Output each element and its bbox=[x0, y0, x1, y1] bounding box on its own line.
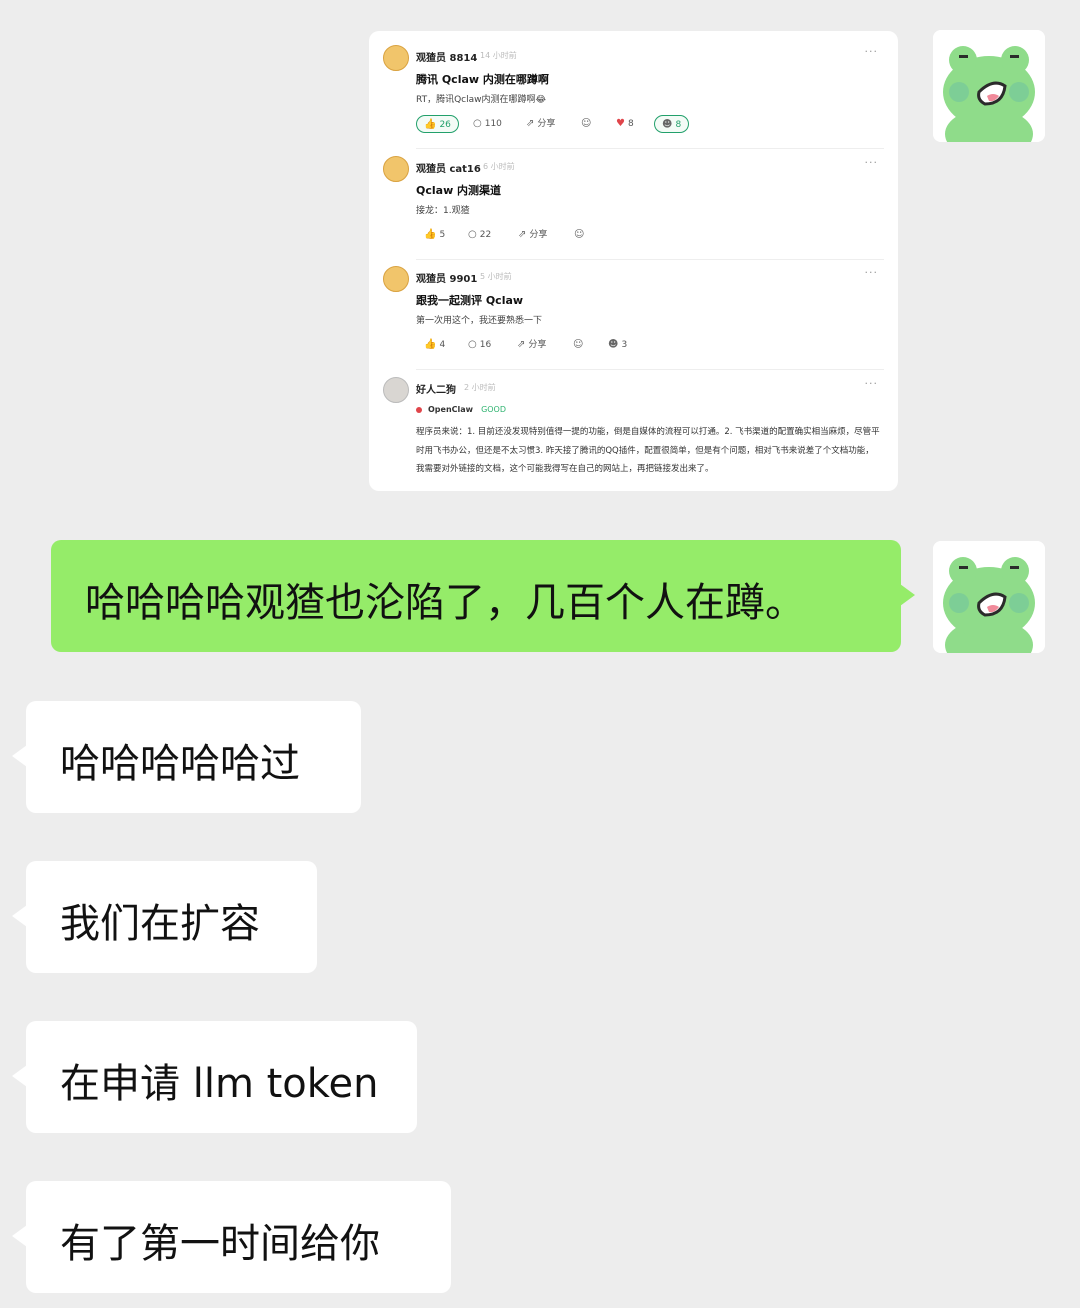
message-text: 我们在扩容 bbox=[60, 901, 260, 947]
more-options-icon: ··· bbox=[864, 156, 878, 169]
received-message-bubble[interactable]: 哈哈哈哈哈过 bbox=[12, 701, 361, 813]
message-text: 哈哈哈哈哈过 bbox=[60, 741, 300, 787]
share-icon: ⇗ bbox=[517, 339, 526, 350]
comment-value: 22 bbox=[479, 230, 492, 240]
post-time: 5 小时前 bbox=[480, 272, 512, 281]
emoji-action: ☺ bbox=[574, 226, 587, 244]
share-label: 分享 bbox=[537, 119, 556, 129]
sent-message-bubble[interactable]: 哈哈哈哈观猹也沦陷了，几百个人在蹲。 bbox=[51, 540, 915, 652]
post-title: 跟我一起测评 Qclaw bbox=[416, 294, 524, 307]
comment-count: ○ 110 bbox=[473, 115, 502, 133]
reaction-emoji-icon: ☻ bbox=[608, 339, 619, 350]
message-text: 在申请 llm token bbox=[60, 1061, 379, 1107]
post-title: Qclaw 内测渠道 bbox=[416, 184, 502, 197]
like-count: 26 bbox=[439, 120, 451, 130]
openclaw-logo-icon bbox=[416, 406, 422, 413]
rating-badge: GOOD bbox=[481, 405, 507, 414]
reaction-value: 3 bbox=[621, 340, 628, 350]
more-options-icon: ··· bbox=[864, 45, 878, 58]
comment-value: 16 bbox=[479, 340, 492, 350]
emoji-icon: ☺ bbox=[574, 229, 585, 240]
received-message-bubble[interactable]: 有了第一时间给你 bbox=[12, 1181, 451, 1293]
post-time: 2 小时前 bbox=[464, 383, 496, 392]
user-avatar-icon bbox=[383, 45, 409, 71]
share-label: 分享 bbox=[528, 340, 547, 350]
post-username: 观猹员 cat16 bbox=[416, 164, 481, 175]
product-name: OpenClaw bbox=[428, 405, 474, 414]
comment-icon: ○ bbox=[468, 229, 477, 240]
like-value: 4 bbox=[439, 340, 446, 350]
more-options-icon: ··· bbox=[864, 266, 878, 279]
received-message-bubble[interactable]: 在申请 llm token bbox=[12, 1021, 417, 1133]
post-body: 接龙：1.观猹 bbox=[416, 206, 470, 216]
emoji-action: ☺ bbox=[573, 336, 586, 354]
user-avatar-icon bbox=[383, 266, 409, 292]
review-text: 程序员来说：1. 目前还没发现特别值得一提的功能，倒是自媒体的流程可以打通。2.… bbox=[416, 427, 880, 474]
reaction-pill: ☻ 8 bbox=[654, 115, 690, 133]
emoji-icon: ☺ bbox=[581, 118, 592, 129]
like-value: 5 bbox=[439, 230, 446, 240]
bubble-tail bbox=[900, 584, 915, 606]
comment-count: ○ 22 bbox=[468, 226, 491, 244]
heart-count: ♥ 8 bbox=[616, 115, 634, 133]
message-text: 有了第一时间给你 bbox=[60, 1221, 380, 1267]
reaction-emoji-icon: ☻ bbox=[662, 119, 673, 130]
more-options-icon: ··· bbox=[864, 377, 878, 390]
comment-count: ○ 16 bbox=[468, 336, 491, 354]
received-message-bubble[interactable]: 我们在扩容 bbox=[12, 861, 317, 973]
post-body: RT，腾讯Qclaw内测在哪蹲啊😂 bbox=[416, 95, 547, 105]
post-body: 第一次用这个，我还要熟悉一下 bbox=[416, 316, 543, 326]
post-time: 6 小时前 bbox=[483, 162, 515, 171]
bubble-tail bbox=[12, 1225, 27, 1247]
bubble-tail bbox=[12, 745, 27, 767]
heart-icon: ♥ bbox=[616, 118, 625, 129]
share-label: 分享 bbox=[529, 230, 548, 240]
post-username: 好人二狗 bbox=[416, 385, 456, 396]
post-title: 腾讯 Qclaw 内测在哪蹲啊 bbox=[416, 73, 549, 86]
post-username: 观猹员 9901 bbox=[416, 274, 478, 285]
product-tag: OpenClaw GOOD bbox=[416, 405, 506, 414]
divider bbox=[416, 259, 884, 260]
user-avatar-icon bbox=[383, 377, 409, 403]
comment-icon: ○ bbox=[468, 339, 477, 350]
emoji-action: ☺ bbox=[581, 115, 594, 133]
frog-avatar-icon[interactable] bbox=[933, 30, 1045, 142]
thumbs-up-icon: 👍 bbox=[424, 339, 437, 350]
message-text: 哈哈哈哈观猹也沦陷了，几百个人在蹲。 bbox=[85, 580, 805, 626]
like-pill: 👍 26 bbox=[416, 115, 459, 133]
share-icon: ⇗ bbox=[518, 229, 527, 240]
thumbs-up-icon: 👍 bbox=[424, 119, 437, 130]
bubble-tail bbox=[12, 905, 27, 927]
share-action: ⇗ 分享 bbox=[526, 115, 555, 133]
post-username: 观猹员 8814 bbox=[416, 53, 478, 64]
frog-avatar-icon[interactable] bbox=[933, 541, 1045, 653]
thumbs-up-icon: 👍 bbox=[424, 229, 437, 240]
share-icon: ⇗ bbox=[526, 118, 535, 129]
shared-screenshot-image[interactable]: 观猹员 8814 14 小时前 ··· 腾讯 Qclaw 内测在哪蹲啊 RT，腾… bbox=[369, 31, 898, 491]
user-avatar-icon bbox=[383, 156, 409, 182]
comment-value: 110 bbox=[484, 119, 502, 129]
like-count: 👍 4 bbox=[424, 336, 445, 354]
like-count: 👍 5 bbox=[424, 226, 445, 244]
emoji-icon: ☺ bbox=[573, 339, 584, 350]
reaction-value: 8 bbox=[675, 120, 682, 130]
post-time: 14 小时前 bbox=[480, 51, 517, 60]
heart-value: 8 bbox=[627, 119, 634, 129]
divider bbox=[416, 148, 884, 149]
bubble-tail bbox=[12, 1065, 27, 1087]
reaction-count: ☻ 3 bbox=[608, 336, 627, 354]
comment-icon: ○ bbox=[473, 118, 482, 129]
share-action: ⇗ 分享 bbox=[518, 226, 547, 244]
share-action: ⇗ 分享 bbox=[517, 336, 546, 354]
